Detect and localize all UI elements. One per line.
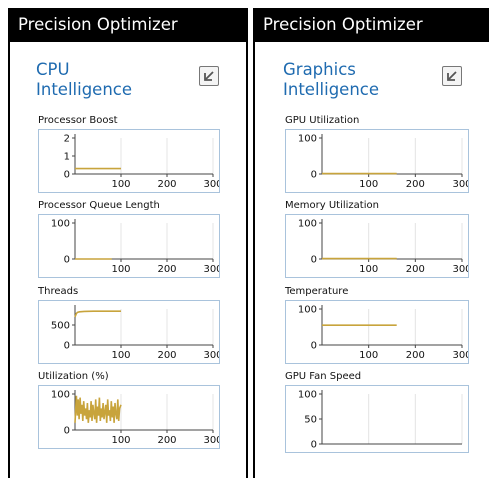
x-tick-label: 300 <box>203 435 219 446</box>
panel-title: CPU Intelligence <box>36 60 132 100</box>
y-tick-label: 100 <box>51 219 70 230</box>
x-tick-label: 300 <box>452 350 468 361</box>
x-tick-label: 300 <box>452 179 468 190</box>
y-tick-label: 0 <box>64 341 70 352</box>
chart-svg: 500 0 100 200 300 <box>51 305 219 361</box>
series-line <box>74 395 122 423</box>
series-line <box>74 310 121 318</box>
y-tick-label: 50 <box>304 415 317 426</box>
metric-label-temperature: Temperature <box>285 286 349 297</box>
metric-label-utilization: Utilization (%) <box>38 371 109 382</box>
panel-title-line1: CPU <box>36 60 70 79</box>
memory-utilization-chart: 100 0 100 200 300 <box>285 214 469 278</box>
x-tick-label: 200 <box>406 264 425 275</box>
utilization-chart: 100 0 100 200 300 <box>38 385 220 449</box>
y-tick-label: 0 <box>64 170 70 181</box>
panel-title-line1: Graphics <box>283 60 356 79</box>
chart-svg: 100 0 100 200 300 <box>298 305 468 362</box>
x-tick-label: 300 <box>203 264 219 275</box>
x-tick-label: 200 <box>406 350 425 361</box>
x-tick-label: 100 <box>111 435 130 446</box>
x-tick-label: 200 <box>157 264 176 275</box>
y-tick-label: 100 <box>298 305 317 316</box>
y-tick-label: 0 <box>311 255 317 266</box>
panel-title-line2: Intelligence <box>36 80 133 99</box>
panel-header: Precision Optimizer <box>10 8 246 42</box>
chart-svg: 100 0 100 200 300 <box>298 134 468 191</box>
x-tick-label: 300 <box>452 264 468 275</box>
x-tick-label: 200 <box>157 350 176 361</box>
panel-title-line2: Intelligence <box>283 80 380 99</box>
gpu-utilization-chart: 100 0 100 200 300 <box>285 129 469 193</box>
metric-label-memory-utilization: Memory Utilization <box>285 200 379 211</box>
y-tick-label: 0 <box>64 426 70 437</box>
metric-label-processor-queue-length: Processor Queue Length <box>38 200 160 211</box>
y-tick-label: 1 <box>64 152 70 163</box>
x-tick-label: 300 <box>203 350 219 361</box>
cpu-panel: Precision Optimizer CPU Intelligence Pro… <box>8 8 248 478</box>
temperature-chart: 100 0 100 200 300 <box>285 300 469 364</box>
y-tick-label: 2 <box>64 134 70 145</box>
x-tick-label: 200 <box>406 179 425 190</box>
gpu-fan-speed-chart: 100 50 0 <box>285 385 469 453</box>
metric-label-processor-boost: Processor Boost <box>38 115 118 126</box>
y-tick-label: 100 <box>298 390 317 401</box>
chart-svg: 100 0 100 200 300 <box>51 219 219 276</box>
y-tick-label: 0 <box>311 341 317 352</box>
metric-label-gpu-utilization: GPU Utilization <box>285 115 360 126</box>
y-tick-label: 100 <box>51 390 70 401</box>
processor-boost-chart: 2 1 0 100 200 300 <box>38 129 220 193</box>
threads-chart: 500 0 100 200 300 <box>38 300 220 364</box>
metric-label-threads: Threads <box>38 286 79 297</box>
y-tick-label: 0 <box>311 170 317 181</box>
x-tick-label: 200 <box>157 179 176 190</box>
y-tick-label: 100 <box>298 134 317 145</box>
metric-label-gpu-fan-speed: GPU Fan Speed <box>285 371 362 382</box>
x-tick-label: 100 <box>111 350 130 361</box>
x-tick-label: 300 <box>203 179 219 190</box>
collapse-button[interactable] <box>442 66 462 86</box>
collapse-button[interactable] <box>199 66 219 86</box>
y-tick-label: 0 <box>64 255 70 266</box>
y-tick-label: 500 <box>51 321 70 332</box>
x-tick-label: 200 <box>157 435 176 446</box>
y-tick-label: 100 <box>298 219 317 230</box>
x-tick-label: 100 <box>359 350 378 361</box>
chart-svg: 100 50 0 <box>298 390 463 451</box>
graphics-panel: Precision Optimizer Graphics Intelligenc… <box>253 8 489 478</box>
chart-svg: 100 0 100 200 300 <box>51 390 219 447</box>
y-tick-label: 0 <box>311 440 317 451</box>
panel-header: Precision Optimizer <box>255 8 489 42</box>
x-tick-label: 100 <box>111 179 130 190</box>
x-tick-label: 100 <box>359 264 378 275</box>
x-tick-label: 100 <box>359 179 378 190</box>
panel-title: Graphics Intelligence <box>283 60 379 100</box>
x-tick-label: 100 <box>111 264 130 275</box>
arrow-down-left-icon <box>447 71 457 81</box>
chart-svg: 100 0 100 200 300 <box>298 219 468 276</box>
arrow-down-left-icon <box>204 71 214 81</box>
chart-svg: 2 1 0 100 200 300 <box>64 134 219 191</box>
processor-queue-length-chart: 100 0 100 200 300 <box>38 214 220 278</box>
